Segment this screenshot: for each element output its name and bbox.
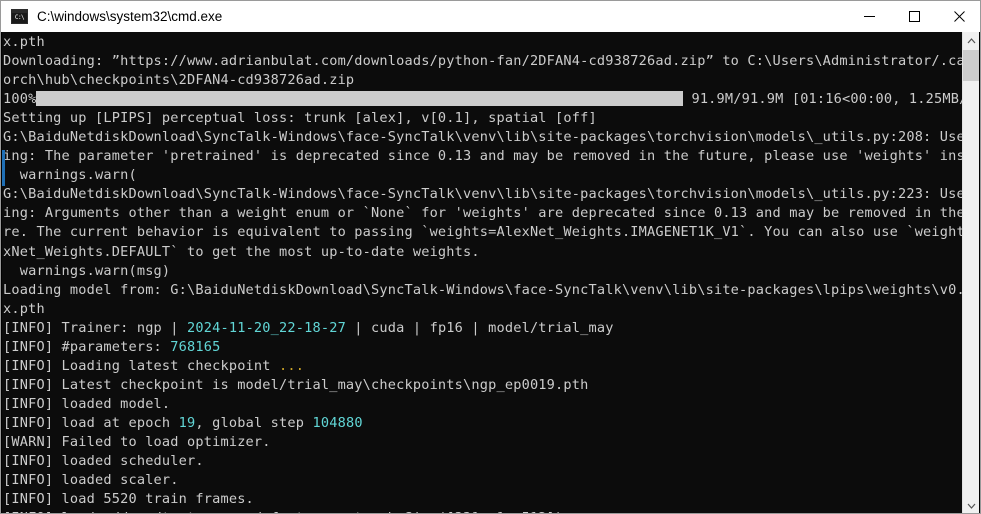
console-text-run: G:\BaiduNetdiskDownload\SyncTalk-Windows…	[3, 129, 964, 146]
console-line: Loading model from: G:\BaiduNetdiskDownl…	[3, 281, 964, 300]
console-scrollbar[interactable]	[962, 32, 979, 513]
console-text-run: [INFO] #parameters:	[3, 338, 171, 355]
console-text-run: [INFO] loaded scheduler.	[3, 453, 204, 470]
cmd-window: C:\ C:\windows\system32\cmd.exe x.pth Dow…	[0, 0, 981, 514]
console-text-run: 768165	[170, 338, 221, 355]
console-text-run: Loading model from: G:\BaiduNetdiskDownl…	[3, 281, 964, 298]
console-text-run: 19	[178, 414, 196, 431]
console-text-run: Downloading: ”https://www.adrianbulat.co…	[3, 53, 964, 70]
console-text-run: xNet_Weights.DEFAULT` to get the most up…	[3, 243, 480, 260]
selection-accent	[2, 150, 5, 186]
title-bar[interactable]: C:\ C:\windows\system32\cmd.exe	[1, 1, 980, 32]
console-line: [INFO] loaded model.	[3, 395, 964, 414]
console-line: Downloading: ”https://www.adrianbulat.co…	[3, 52, 964, 71]
console-line: Setting up [LPIPS] perceptual loss: trun…	[3, 109, 964, 128]
progress-bar-fill	[38, 91, 684, 107]
console-line: [INFO] load at epoch 19, global step 104…	[3, 414, 964, 433]
console-line: x.pth	[3, 33, 964, 52]
console-line: [INFO] loaded scheduler.	[3, 452, 964, 471]
scroll-up-arrow-icon[interactable]	[963, 32, 979, 49]
console-text-run: [INFO] Latest checkpoint is model/trial_…	[3, 376, 589, 393]
scroll-down-arrow-icon[interactable]	[963, 497, 979, 513]
console-line: ing: Arguments other than a weight enum …	[3, 204, 964, 223]
console-line: [INFO] Loading latest checkpoint ...	[3, 357, 964, 376]
progress-label: 100%	[3, 91, 37, 108]
console-line: orch\hub\checkpoints\2DFAN4-cd938726ad.z…	[3, 71, 964, 90]
console-text-run: [INFO] Loading latest checkpoint	[3, 357, 280, 374]
maximize-button[interactable]	[892, 1, 937, 32]
console-line: warnings.warn(	[3, 166, 964, 185]
console-text-run: re. The current behavior is equivalent t…	[3, 224, 964, 241]
console-text-run: | cuda | fp16 | model/trial_may	[345, 319, 614, 336]
console-text-run: ...	[279, 357, 305, 374]
console-text-run: [INFO] loaded scaler.	[3, 472, 179, 489]
console-line: G:\BaiduNetdiskDownload\SyncTalk-Windows…	[3, 185, 964, 204]
scrollbar-track[interactable]	[963, 49, 979, 497]
console-line: [INFO] loaded scaler.	[3, 471, 964, 490]
progress-stats: 91.9M/91.9M [01:16<00:00, 1.25MB/s]	[683, 91, 964, 108]
scrollbar-thumb[interactable]	[963, 50, 979, 81]
console-text-run: x.pth	[3, 34, 45, 50]
window-title: C:\windows\system32\cmd.exe	[37, 9, 223, 24]
console-line: xNet_Weights.DEFAULT` to get the most up…	[3, 243, 964, 262]
console-line: G:\BaiduNetdiskDownload\SyncTalk-Windows…	[3, 128, 964, 147]
console-line: warnings.warn(msg)	[3, 262, 964, 281]
console-line: 100% 91.9M/91.9M [01:16<00:00, 1.25MB/s]	[3, 90, 964, 109]
console-line: ing: The parameter 'pretrained' is depre…	[3, 147, 964, 166]
console-text-run: [INFO] loaded model.	[3, 395, 171, 412]
console-text-run: Setting up [LPIPS] perceptual loss: trun…	[3, 110, 597, 127]
console-text-run: [INFO] load ./demo/test.wav aud_features…	[3, 510, 563, 513]
console-text-run: ing: Arguments other than a weight enum …	[3, 205, 964, 222]
console-line: [INFO] #parameters: 768165	[3, 338, 964, 357]
console-lines: x.pth Downloading: ”https://www.adrianbul…	[2, 32, 964, 513]
console-text-run: , global step	[195, 414, 313, 431]
console-text-run: [INFO] Trainer: ngp |	[3, 319, 188, 336]
window-controls	[847, 1, 980, 32]
console-line: [INFO] load ./demo/test.wav aud_features…	[3, 509, 964, 513]
console-line: [INFO] Latest checkpoint is model/trial_…	[3, 376, 964, 395]
console-text-run: orch\hub\checkpoints\2DFAN4-cd938726ad.z…	[3, 72, 355, 89]
console-text-run: [INFO] load 5520 train frames.	[3, 491, 254, 508]
console-text-run: x.pth	[3, 300, 45, 317]
console-line: re. The current behavior is equivalent t…	[3, 223, 964, 242]
cmd-icon: C:\	[11, 9, 28, 24]
console-text-run: G:\BaiduNetdiskDownload\SyncTalk-Windows…	[3, 186, 964, 203]
console-text-run: ing: The parameter 'pretrained' is depre…	[3, 148, 964, 165]
close-button[interactable]	[937, 1, 980, 32]
console-line: [INFO] load 5520 train frames.	[3, 490, 964, 509]
console-line: x.pth	[3, 300, 964, 319]
console-text-run: warnings.warn(msg)	[3, 262, 171, 279]
console-text-run: [WARN] Failed to load optimizer.	[3, 433, 271, 450]
console-text-run: warnings.warn(	[3, 167, 137, 184]
console-line: [INFO] Trainer: ngp | 2024-11-20_22-18-2…	[3, 319, 964, 338]
console-text-run: 2024-11-20_22-18-27	[187, 319, 346, 336]
console-line: [WARN] Failed to load optimizer.	[3, 433, 964, 452]
console-output[interactable]: x.pth Downloading: ”https://www.adrianbul…	[2, 32, 964, 513]
title-bar-left: C:\ C:\windows\system32\cmd.exe	[1, 9, 847, 24]
console-text-run: 104880	[312, 414, 363, 431]
minimize-button[interactable]	[847, 1, 892, 32]
console-text-run: [INFO] load at epoch	[3, 414, 179, 431]
